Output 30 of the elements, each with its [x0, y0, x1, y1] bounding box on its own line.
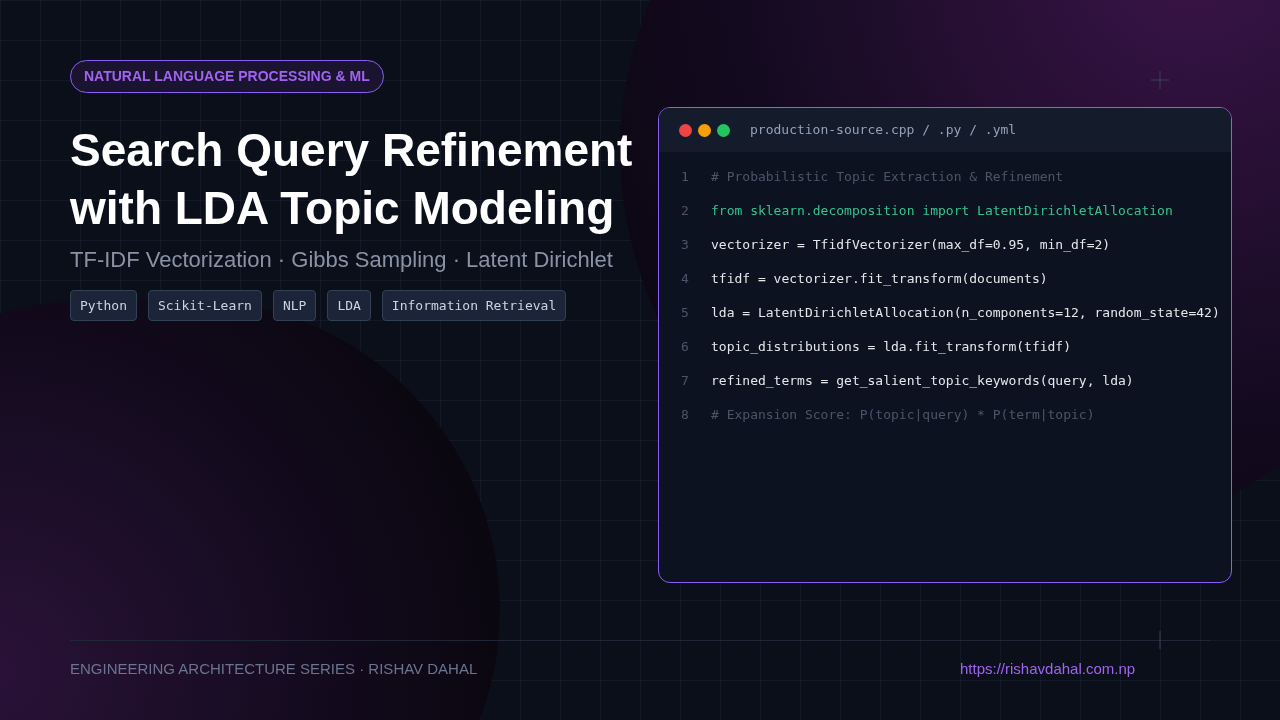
code-line: topic_distributions = lda.fit_transform(tfidf)	[711, 338, 1072, 356]
line-number: 7	[681, 372, 690, 390]
code-line: tfidf = vectorizer.fit_transform(documents)	[711, 270, 1048, 288]
line-number: 8	[681, 406, 690, 424]
crosshair-icon	[1151, 71, 1169, 89]
line-number: 3	[681, 236, 690, 254]
line-number: 2	[681, 202, 690, 220]
line-number: 5	[681, 304, 690, 322]
code-line: refined_terms = get_salient_topic_keywords(query, lda)	[711, 372, 1134, 390]
series-credit: ENGINEERING ARCHITECTURE SERIES · RISHAV DAHAL	[70, 659, 478, 679]
line-number: 1	[681, 168, 690, 186]
slide-title: with LDA Topic Modeling	[70, 181, 616, 236]
code-line: from sklearn.decomposition import LatentDirichletAllocation	[711, 202, 1173, 220]
tag-chip: Information Retrieval	[381, 290, 567, 321]
line-number: 6	[681, 338, 690, 356]
file-name: production-source.cpp / .py / .yml	[750, 121, 1017, 140]
code-line: # Probabilistic Topic Extraction & Refinement	[711, 168, 1064, 186]
website-link[interactable]: https://rishavdahal.com.np	[960, 658, 1136, 681]
category-badge: NATURAL LANGUAGE PROCESSING & ML	[70, 60, 384, 93]
code-line: # Expansion Score: P(topic|query) * P(term|topic)	[711, 406, 1095, 424]
line-number: 4	[681, 270, 690, 288]
code-line: vectorizer = TfidfVectorizer(max_df=0.95, min_df=2)	[711, 236, 1111, 254]
slide-title: Search Query Refinement	[70, 123, 634, 178]
tag-chip: Scikit-Learn	[147, 290, 262, 321]
code-line: lda = LatentDirichletAllocation(n_components=12, random_state=42)	[711, 304, 1220, 322]
tag-chip: NLP	[272, 290, 317, 321]
tag-chip: Python	[70, 290, 137, 321]
tick-mark-icon	[1159, 631, 1161, 649]
subtitle: TF-IDF Vectorization · Gibbs Sampling · Latent Dirichlet	[70, 246, 614, 274]
tag-chip: LDA	[327, 290, 371, 321]
